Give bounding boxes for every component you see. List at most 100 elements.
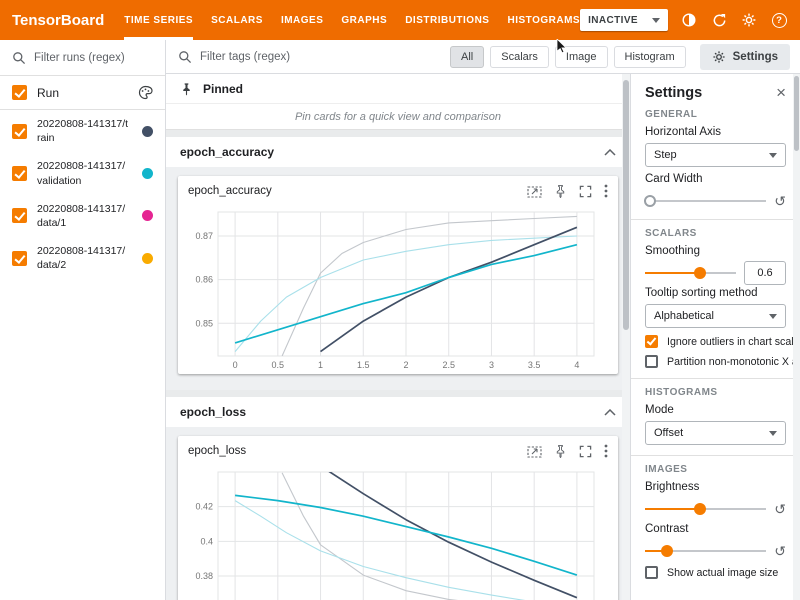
section-header[interactable]: epoch_accuracy: [166, 137, 630, 167]
horizontal-axis-select[interactable]: Step: [645, 143, 786, 167]
horizontal-axis-label: Horizontal Axis: [645, 126, 786, 138]
images-heading: IMAGES: [645, 464, 786, 475]
section-title: epoch_accuracy: [180, 145, 274, 159]
chevron-down-icon: [769, 153, 777, 158]
run-name: 20220808-141317/data/2: [37, 244, 129, 272]
settings-button[interactable]: Settings: [700, 44, 790, 70]
chevron-up-icon[interactable]: [604, 409, 616, 416]
checkbox-icon[interactable]: [645, 355, 658, 368]
smoothing-input[interactable]: [744, 261, 786, 285]
partition-x-checkbox[interactable]: Partition non-monotonic X axis i: [645, 355, 786, 368]
slider-thumb[interactable]: [694, 503, 706, 515]
fit-to-data-icon[interactable]: [527, 185, 542, 198]
run-name: 20220808-141317/validation: [37, 159, 129, 187]
pin-card-icon[interactable]: [554, 444, 567, 458]
section-title: epoch_loss: [180, 405, 246, 419]
tab-histograms[interactable]: HISTOGRAMS: [507, 0, 580, 40]
checkbox-icon[interactable]: [645, 335, 658, 348]
chip-image[interactable]: Image: [555, 46, 608, 68]
cards-area: Pinned Pin cards for a quick view and co…: [166, 74, 630, 600]
contrast-label: Contrast: [645, 523, 786, 535]
refresh-icon[interactable]: [710, 11, 728, 29]
panel-scrollbar[interactable]: [793, 74, 800, 600]
svg-text:3.5: 3.5: [528, 360, 541, 370]
run-row: 20220808-141317/validation: [0, 152, 165, 194]
chip-scalars[interactable]: Scalars: [490, 46, 549, 68]
show-actual-size-checkbox[interactable]: Show actual image size: [645, 566, 786, 579]
card-header: epoch_loss: [178, 436, 618, 466]
slider-thumb[interactable]: [644, 195, 656, 207]
run-row: 20220808-141317/data/1: [0, 195, 165, 237]
fullscreen-icon[interactable]: [579, 445, 592, 458]
fullscreen-icon[interactable]: [579, 185, 592, 198]
data-status-dropdown[interactable]: INACTIVE: [580, 9, 668, 31]
scrollbar-thumb[interactable]: [623, 80, 629, 330]
run-checkbox[interactable]: [12, 251, 27, 266]
svg-text:0.5: 0.5: [272, 360, 285, 370]
settings-panel-title: Settings: [645, 85, 702, 101]
slider-thumb[interactable]: [694, 267, 706, 279]
tab-images[interactable]: IMAGES: [281, 0, 323, 40]
pin-card-icon[interactable]: [554, 184, 567, 198]
app-header: TensorBoard TIME SERIES SCALARS IMAGES G…: [0, 0, 800, 40]
contrast-slider[interactable]: [645, 544, 766, 558]
fit-to-data-icon[interactable]: [527, 445, 542, 458]
runs-sidebar: Run 20220808-141317/train 20220808-14131…: [0, 40, 166, 600]
checkbox-icon[interactable]: [645, 566, 658, 579]
chip-all[interactable]: All: [450, 46, 484, 68]
close-icon[interactable]: ×: [776, 84, 786, 101]
card-actions: [527, 444, 608, 458]
card-title: epoch_loss: [188, 445, 246, 457]
tooltip-sorting-select[interactable]: Alphabetical: [645, 304, 786, 328]
more-options-icon[interactable]: [604, 444, 608, 458]
histogram-mode-label: Mode: [645, 404, 786, 416]
reset-icon[interactable]: ↺: [774, 194, 786, 208]
brightness-slider[interactable]: [645, 502, 766, 516]
run-checkbox[interactable]: [12, 124, 27, 139]
svg-text:0.85: 0.85: [195, 318, 213, 328]
card-width-slider[interactable]: [645, 194, 766, 208]
filter-tags-input[interactable]: [200, 51, 312, 63]
slider-thumb[interactable]: [661, 545, 673, 557]
tab-time-series[interactable]: TIME SERIES: [124, 0, 193, 40]
smoothing-label: Smoothing: [645, 245, 786, 257]
svg-text:1.5: 1.5: [357, 360, 370, 370]
chip-histogram[interactable]: Histogram: [614, 46, 686, 68]
ignore-outliers-label: Ignore outliers in chart scaling: [667, 336, 800, 348]
run-checkbox[interactable]: [12, 166, 27, 181]
line-chart-epoch-loss[interactable]: 00.511.522.533.540.360.380.40.42: [182, 466, 606, 600]
help-icon[interactable]: ?: [770, 11, 788, 29]
select-all-runs-checkbox[interactable]: [12, 85, 27, 100]
histograms-heading: HISTOGRAMS: [645, 387, 786, 398]
filter-runs-input[interactable]: [34, 52, 146, 64]
palette-icon[interactable]: [138, 85, 153, 100]
filter-tags-box: [178, 50, 312, 64]
svg-text:2: 2: [403, 360, 408, 370]
main-scrollbar[interactable]: [622, 74, 630, 600]
help-glyph: ?: [772, 13, 787, 28]
tab-scalars[interactable]: SCALARS: [211, 0, 263, 40]
run-checkbox[interactable]: [12, 208, 27, 223]
section-header[interactable]: epoch_loss: [166, 397, 630, 427]
tab-graphs[interactable]: GRAPHS: [341, 0, 387, 40]
chevron-up-icon[interactable]: [604, 149, 616, 156]
reset-icon[interactable]: ↺: [774, 544, 786, 558]
card-title: epoch_accuracy: [188, 185, 272, 197]
svg-text:0.87: 0.87: [195, 231, 213, 241]
histogram-mode-select[interactable]: Offset: [645, 421, 786, 445]
line-chart-epoch-accuracy[interactable]: 00.511.522.533.540.850.860.87: [182, 206, 606, 374]
run-row: 20220808-141317/data/2: [0, 237, 165, 279]
more-options-icon[interactable]: [604, 184, 608, 198]
theme-toggle-icon[interactable]: [680, 11, 698, 29]
tab-distributions[interactable]: DISTRIBUTIONS: [405, 0, 489, 40]
scalars-heading: SCALARS: [645, 228, 786, 239]
app-title: TensorBoard: [0, 0, 124, 40]
scrollbar-thumb[interactable]: [794, 76, 799, 151]
general-heading: GENERAL: [645, 109, 786, 120]
histogram-mode-value: Offset: [654, 427, 683, 439]
ignore-outliers-checkbox[interactable]: Ignore outliers in chart scaling: [645, 335, 786, 348]
smoothing-slider[interactable]: [645, 266, 736, 280]
main-nav: TIME SERIES SCALARS IMAGES GRAPHS DISTRI…: [124, 0, 580, 40]
gear-icon[interactable]: [740, 11, 758, 29]
reset-icon[interactable]: ↺: [774, 502, 786, 516]
